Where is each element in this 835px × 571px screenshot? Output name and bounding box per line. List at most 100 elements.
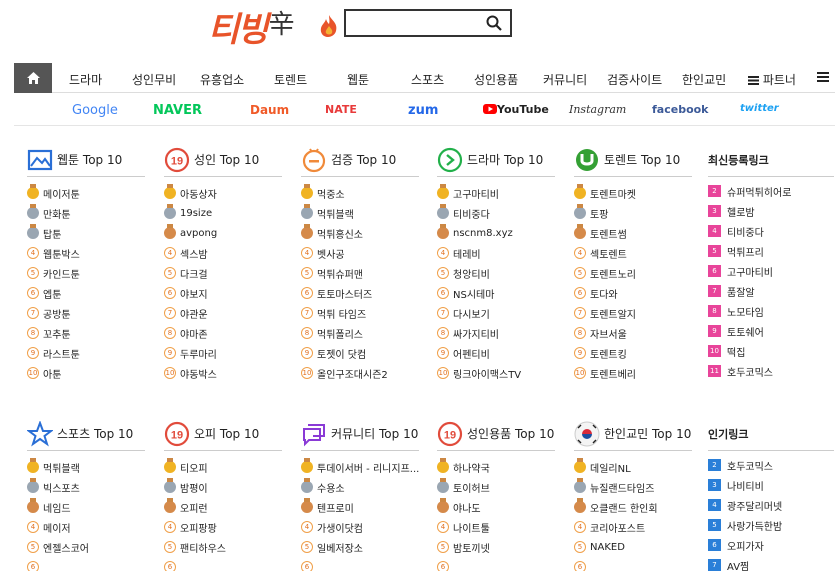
list-item[interactable]: 9 토렌트킹 [574, 343, 692, 363]
list-item[interactable]: 뉴질랜드타임즈 [574, 477, 692, 497]
list-item[interactable]: 빅스포츠 [27, 477, 145, 497]
portal-facebook[interactable]: facebook [652, 103, 709, 116]
portal-google[interactable]: Google [72, 103, 118, 118]
list-item[interactable]: 4 코리아포스트 [574, 517, 692, 537]
list-item[interactable]: 티오피 [164, 457, 282, 477]
site-logo[interactable]: 티빙 辛 [208, 6, 337, 50]
list-item[interactable]: 5 토렌트노리 [574, 263, 692, 283]
list-item[interactable]: 7 품잘알 [708, 281, 834, 301]
nav-item-adult-goods[interactable]: 성인용품 [474, 71, 518, 88]
list-item[interactable]: 4 섹토렌트 [574, 243, 692, 263]
list-item[interactable]: avpong [164, 223, 282, 243]
list-item[interactable]: 10 토렌트베리 [574, 363, 692, 383]
list-item[interactable]: 8 먹튀폴리스 [301, 323, 419, 343]
list-item[interactable]: 5 NAKED [574, 537, 692, 557]
list-item[interactable]: 4 섹스밤 [164, 243, 282, 263]
portal-daum[interactable]: Daum [250, 103, 289, 117]
portal-zum[interactable]: zum [408, 103, 438, 118]
list-item[interactable]: 토렌트마켓 [574, 183, 692, 203]
nav-item-verified-sites[interactable]: 검증사이트 [607, 71, 662, 88]
list-item[interactable]: 5 다크걸 [164, 263, 282, 283]
list-item[interactable]: 4 벳사공 [301, 243, 419, 263]
nav-item-partner[interactable]: 파트너 [748, 71, 796, 88]
list-item[interactable]: nscnm8.xyz [437, 223, 555, 243]
list-item[interactable]: 6 고구마티비 [708, 261, 834, 281]
list-item[interactable]: 먹튀홍신소 [301, 223, 419, 243]
list-item[interactable]: 9 두루마리 [164, 343, 282, 363]
section-header[interactable]: 19 오피 Top 10 [164, 417, 282, 451]
list-item[interactable]: 아동상자 [164, 183, 282, 203]
list-item[interactable]: 4 테레비 [437, 243, 555, 263]
section-header[interactable]: 19 성인 Top 10 [164, 143, 282, 177]
list-item[interactable]: 10 떡집 [708, 341, 834, 361]
list-item[interactable]: 6 엡툰 [27, 283, 145, 303]
list-item[interactable]: 6 NS시테마 [437, 283, 555, 303]
list-item[interactable]: 6 야보지 [164, 283, 282, 303]
list-item[interactable]: 먹튀블랙 [301, 203, 419, 223]
list-item[interactable]: 9 토젯이 닷컴 [301, 343, 419, 363]
list-item[interactable]: 텐프로미 [301, 497, 419, 517]
list-item[interactable]: 토이허브 [437, 477, 555, 497]
list-item[interactable]: 8 꼬추툰 [27, 323, 145, 343]
list-item[interactable]: 6 [301, 557, 419, 571]
list-item[interactable]: 5 사랑가득한밤 [708, 515, 834, 535]
list-item[interactable]: 6 토토마스터즈 [301, 283, 419, 303]
list-item[interactable]: 4 웹툰박스 [27, 243, 145, 263]
list-item[interactable]: 4 광주달리머넷 [708, 495, 834, 515]
list-item[interactable]: 8 싸가지티비 [437, 323, 555, 343]
home-button[interactable] [14, 62, 52, 93]
list-item[interactable]: 토렌트썸 [574, 223, 692, 243]
search-icon[interactable] [486, 15, 502, 31]
list-item[interactable]: 4 티비중다 [708, 221, 834, 241]
nav-item-korean-abroad[interactable]: 한인교민 [682, 71, 726, 88]
list-item[interactable]: 네임드 [27, 497, 145, 517]
portal-naver[interactable]: NAVER [153, 103, 202, 118]
list-item[interactable]: 8 자브서울 [574, 323, 692, 343]
list-item[interactable]: 5 밤토끼넷 [437, 537, 555, 557]
list-item[interactable]: 7 AV찜 [708, 555, 834, 571]
list-item[interactable]: 수용소 [301, 477, 419, 497]
portal-twitter[interactable]: twitter [740, 103, 779, 114]
list-item[interactable]: 10 야동박스 [164, 363, 282, 383]
list-item[interactable]: 2 호두코믹스 [708, 455, 834, 475]
hamburger-menu-icon[interactable] [817, 72, 829, 82]
list-item[interactable]: 하나약국 [437, 457, 555, 477]
list-item[interactable]: 메이저툰 [27, 183, 145, 203]
list-item[interactable]: 7 토렌트알지 [574, 303, 692, 323]
portal-youtube[interactable]: YouTube [483, 103, 549, 116]
portal-instagram[interactable]: Instagram [569, 103, 626, 116]
list-item[interactable]: 10 링크아이맥스TV [437, 363, 555, 383]
list-item[interactable]: 5 카인드툰 [27, 263, 145, 283]
list-item[interactable]: 19size [164, 203, 282, 223]
list-item[interactable]: 5 먹튀슈퍼맨 [301, 263, 419, 283]
list-item[interactable]: 7 다시보기 [437, 303, 555, 323]
list-item[interactable]: 8 야마존 [164, 323, 282, 343]
list-item[interactable]: 6 토다와 [574, 283, 692, 303]
list-item[interactable]: 3 나비티비 [708, 475, 834, 495]
list-item[interactable]: 4 오피팡팡 [164, 517, 282, 537]
nav-item-sports[interactable]: 스포츠 [411, 71, 444, 88]
list-item[interactable]: 10 아툰 [27, 363, 145, 383]
nav-item-community[interactable]: 커뮤니티 [543, 71, 587, 88]
portal-nate[interactable]: NATE [325, 103, 357, 116]
list-item[interactable]: 6 [437, 557, 555, 571]
list-item[interactable]: 3 헬로밤 [708, 201, 834, 221]
list-item[interactable]: 먹중소 [301, 183, 419, 203]
list-item[interactable]: 만화툰 [27, 203, 145, 223]
list-item[interactable]: 7 야관운 [164, 303, 282, 323]
list-item[interactable]: 11 호두코믹스 [708, 361, 834, 381]
list-item[interactable]: 야나도 [437, 497, 555, 517]
list-item[interactable]: 5 팬티하우스 [164, 537, 282, 557]
section-header[interactable]: 웹툰 Top 10 [27, 143, 145, 177]
section-header[interactable]: 드라마 Top 10 [437, 143, 555, 177]
list-item[interactable]: 4 가생이닷컴 [301, 517, 419, 537]
list-item[interactable]: 2 슈퍼먹튀히어로 [708, 181, 834, 201]
section-header[interactable]: 검증 Top 10 [301, 143, 419, 177]
list-item[interactable]: 4 나이트툴 [437, 517, 555, 537]
list-item[interactable]: 밤평이 [164, 477, 282, 497]
search-box[interactable] [344, 9, 512, 37]
list-item[interactable]: 오클랜드 한인회 [574, 497, 692, 517]
list-item[interactable]: 9 라스트툰 [27, 343, 145, 363]
list-item[interactable]: 투데이서버 - 리니지프... [301, 457, 419, 477]
list-item[interactable]: 10 올인구조대시즌2 [301, 363, 419, 383]
